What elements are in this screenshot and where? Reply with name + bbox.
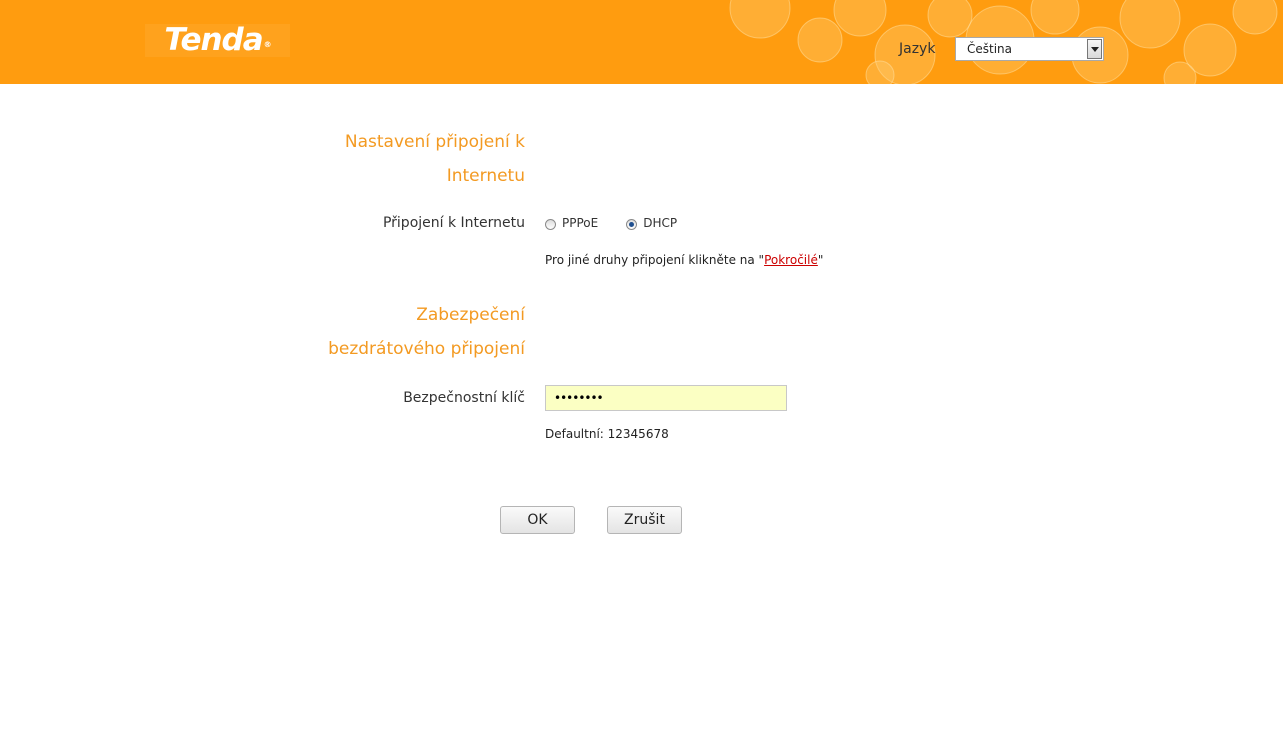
connection-type-label: Připojení k Internetu (382, 215, 525, 231)
ok-button[interactable]: OK (500, 506, 575, 534)
cancel-button[interactable]: Zrušit (607, 506, 682, 534)
radio-pppoe-button[interactable] (545, 219, 556, 230)
radio-pppoe-label: PPPoE (562, 216, 599, 230)
connection-type-radio-group: PPPoE DHCP (545, 216, 705, 230)
tenda-logo: Tenda ® (145, 24, 290, 57)
language-label: Jazyk (899, 41, 936, 57)
radio-dhcp[interactable]: DHCP (626, 216, 677, 230)
radio-dhcp-button[interactable] (626, 219, 638, 230)
security-key-label: Bezpečnostní klíč (403, 390, 525, 406)
radio-pppoe[interactable]: PPPoE (545, 216, 598, 230)
internet-section-title: Nastavení připojení k Internetu (344, 132, 525, 186)
radio-dhcp-label: DHCP (643, 216, 678, 230)
language-select-value: Čeština (967, 42, 1013, 56)
chevron-down-icon[interactable] (1087, 39, 1102, 59)
advanced-link[interactable]: Pokročilé (764, 253, 818, 267)
default-key-note: Defaultní: 12345678 (545, 427, 669, 441)
header-bar: Tenda ® Jazyk Čeština (0, 0, 1283, 84)
security-key-input[interactable] (545, 385, 787, 411)
wireless-section-title: Zabezpečení bezdrátového připojení (328, 305, 525, 359)
advanced-hint: Pro jiné druhy připojení klikněte na "Po… (545, 253, 824, 267)
language-select[interactable]: Čeština (955, 37, 1104, 61)
